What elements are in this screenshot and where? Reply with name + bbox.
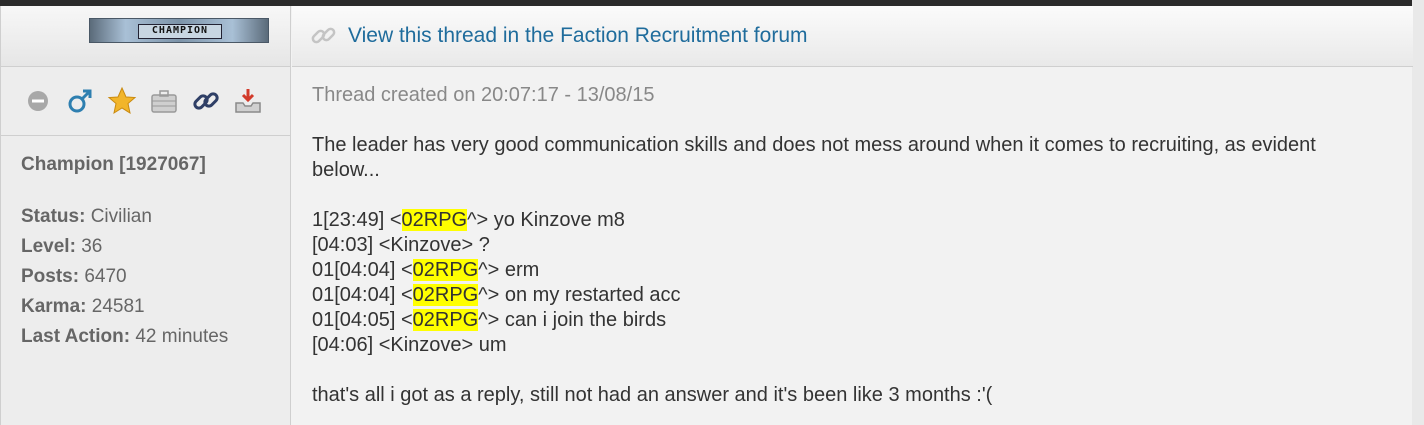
author-banner-area: CHAMPION	[1, 6, 290, 67]
chat-prefix: 1[23:49] <	[312, 209, 402, 231]
highlighted-name: 02RPG	[412, 259, 479, 281]
chain-link-icon[interactable]	[191, 86, 221, 116]
stat-label: Last Action:	[21, 326, 131, 347]
chat-prefix: 01[04:04] <	[312, 284, 413, 306]
stat-last-action: Last Action: 42 minutes	[21, 322, 290, 352]
stat-posts: Posts: 6470	[21, 262, 290, 292]
page-edge	[1412, 0, 1424, 425]
male-icon[interactable]	[65, 86, 95, 116]
stat-value: 24581	[91, 296, 145, 317]
user-banner-image[interactable]: CHAMPION	[89, 18, 269, 43]
chat-message: ^> on my restarted acc	[478, 284, 681, 306]
chat-line: 1[23:49] <02RPG^> yo Kinzove m8	[312, 208, 1372, 233]
stat-label: Karma:	[21, 296, 87, 317]
post-header: View this thread in the Faction Recruitm…	[292, 6, 1413, 67]
star-icon[interactable]	[107, 86, 137, 116]
offline-status-icon[interactable]	[23, 86, 53, 116]
banner-text: CHAMPION	[138, 24, 222, 39]
user-info: Champion [1927067] Status: Civilian Leve…	[1, 136, 290, 352]
thread-created-timestamp: Thread created on 20:07:17 - 13/08/15	[312, 84, 655, 106]
stat-value: 42 minutes	[135, 326, 229, 347]
chat-prefix: 01[04:05] <	[312, 309, 413, 331]
chat-line: 01[04:04] <02RPG^> on my restarted acc	[312, 283, 1372, 308]
chat-prefix: 01[04:04] <	[312, 259, 413, 281]
highlighted-name: 02RPG	[412, 309, 479, 331]
author-panel: CHAMPION Champion [1927067] Status: Civi…	[1, 6, 291, 425]
stat-label: Level:	[21, 236, 76, 257]
chat-line: [04:06] <Kinzove> um	[312, 333, 1372, 358]
username[interactable]: Champion [1927067]	[21, 154, 290, 176]
chat-message: ^> erm	[478, 259, 540, 281]
chat-message: ^> yo Kinzove m8	[467, 209, 625, 231]
user-icons-row	[1, 67, 290, 136]
chat-message: ^> can i join the birds	[478, 309, 667, 331]
stat-status: Status: Civilian	[21, 202, 290, 232]
link-icon	[310, 22, 338, 50]
stat-karma: Karma: 24581	[21, 292, 290, 322]
post-intro-text: The leader has very good communication s…	[312, 134, 1316, 181]
chat-prefix: [04:06] <Kinzove> um	[312, 334, 507, 356]
stat-value: Civilian	[90, 206, 152, 227]
briefcase-icon[interactable]	[149, 86, 179, 116]
chat-log: 1[23:49] <02RPG^> yo Kinzove m8 [04:03] …	[312, 208, 1372, 358]
stat-level: Level: 36	[21, 232, 290, 262]
post-panel: View this thread in the Faction Recruitm…	[292, 6, 1413, 425]
post-outro-text: that's all i got as a reply, still not h…	[312, 384, 993, 406]
stat-value: 6470	[84, 266, 127, 287]
chat-prefix: [04:03] <Kinzove> ?	[312, 234, 490, 256]
stat-label: Posts:	[21, 266, 80, 287]
highlighted-name: 02RPG	[412, 284, 479, 306]
chat-line: 01[04:05] <02RPG^> can i join the birds	[312, 308, 1372, 333]
highlighted-name: 02RPG	[401, 209, 468, 231]
stat-value: 36	[81, 236, 103, 257]
post-content: Thread created on 20:07:17 - 13/08/15 Th…	[292, 67, 1413, 408]
chat-line: 01[04:04] <02RPG^> erm	[312, 258, 1372, 283]
forum-post: CHAMPION Champion [1927067] Status: Civi…	[0, 6, 1413, 425]
view-thread-link[interactable]: View this thread in the Faction Recruitm…	[348, 24, 808, 48]
chat-line: [04:03] <Kinzove> ?	[312, 233, 1372, 258]
stat-label: Status:	[21, 206, 86, 227]
inbox-icon[interactable]	[233, 86, 263, 116]
